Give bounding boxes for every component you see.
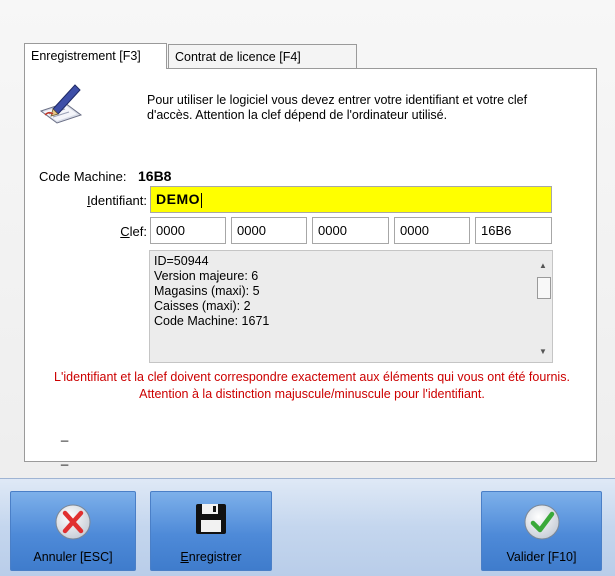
- identifiant-label: Identifiant:: [75, 193, 147, 208]
- code-machine-value: 16B8: [138, 168, 172, 184]
- vertical-scrollbar[interactable]: ▲ ▼: [535, 251, 552, 362]
- validate-button-label: Valider [F10]: [506, 550, 577, 564]
- clef-label-text: lef:: [129, 224, 147, 239]
- save-label-text: nregistrer: [188, 550, 242, 564]
- identifiant-input[interactable]: DEMO: [150, 186, 552, 213]
- bottom-toolbar: Annuler [ESC] Enregistrer Valider [F10]: [0, 478, 615, 576]
- clef-field-2[interactable]: 0000: [231, 217, 307, 244]
- tab-enregistrement[interactable]: Enregistrement [F3]: [24, 43, 167, 69]
- info-line: Magasins (maxi): 5: [154, 284, 260, 298]
- clef-accel: C: [120, 224, 130, 239]
- save-button-label: Enregistrer: [151, 550, 271, 564]
- scroll-up-icon[interactable]: ▲: [539, 261, 547, 270]
- registration-window: Enregistrement [F3] Contrat de licence […: [0, 0, 615, 576]
- clef-field-3[interactable]: 0000: [312, 217, 389, 244]
- warning-message: L'identifiant et la clef doivent corresp…: [54, 370, 570, 401]
- clef-field-5[interactable]: 16B6: [475, 217, 552, 244]
- cancel-button-label: Annuler [ESC]: [33, 550, 113, 564]
- identifiant-value: DEMO: [156, 191, 200, 207]
- clef-label: Clef:: [75, 224, 147, 239]
- status-dash: _: [61, 427, 69, 442]
- validate-button[interactable]: Valider [F10]: [481, 491, 602, 571]
- registration-panel: Pour utiliser le logiciel vous devez ent…: [24, 68, 597, 466]
- license-info-box[interactable]: ID=50944 Version majeure: 6 Magasins (ma…: [149, 250, 553, 363]
- info-line: Caisses (maxi): 2: [154, 299, 251, 313]
- save-button[interactable]: Enregistrer: [150, 491, 272, 571]
- info-line: Code Machine: 1671: [154, 314, 270, 328]
- pen-paper-icon: [39, 84, 83, 124]
- cancel-button[interactable]: Annuler [ESC]: [10, 491, 136, 571]
- floppy-disk-icon: [196, 504, 226, 534]
- clef-field-1[interactable]: 0000: [150, 217, 226, 244]
- intro-text: Pour utiliser le logiciel vous devez ent…: [147, 93, 528, 122]
- info-line: ID=50944: [154, 254, 209, 268]
- info-line: Version majeure: 6: [154, 269, 259, 283]
- identifiant-label-text: dentifiant:: [90, 193, 147, 208]
- checkmark-icon: [524, 504, 559, 540]
- code-machine-label: Code Machine:: [39, 169, 127, 184]
- license-info-text: ID=50944 Version majeure: 6 Magasins (ma…: [154, 254, 269, 329]
- status-dash: _: [61, 451, 69, 466]
- scrollbar-thumb[interactable]: [537, 277, 551, 299]
- tab-contrat-licence[interactable]: Contrat de licence [F4]: [168, 44, 357, 68]
- clef-field-4[interactable]: 0000: [394, 217, 470, 244]
- save-accel: E: [180, 550, 189, 564]
- text-caret: [201, 192, 202, 208]
- cancel-x-icon: [55, 504, 91, 540]
- scroll-down-icon[interactable]: ▼: [539, 347, 547, 356]
